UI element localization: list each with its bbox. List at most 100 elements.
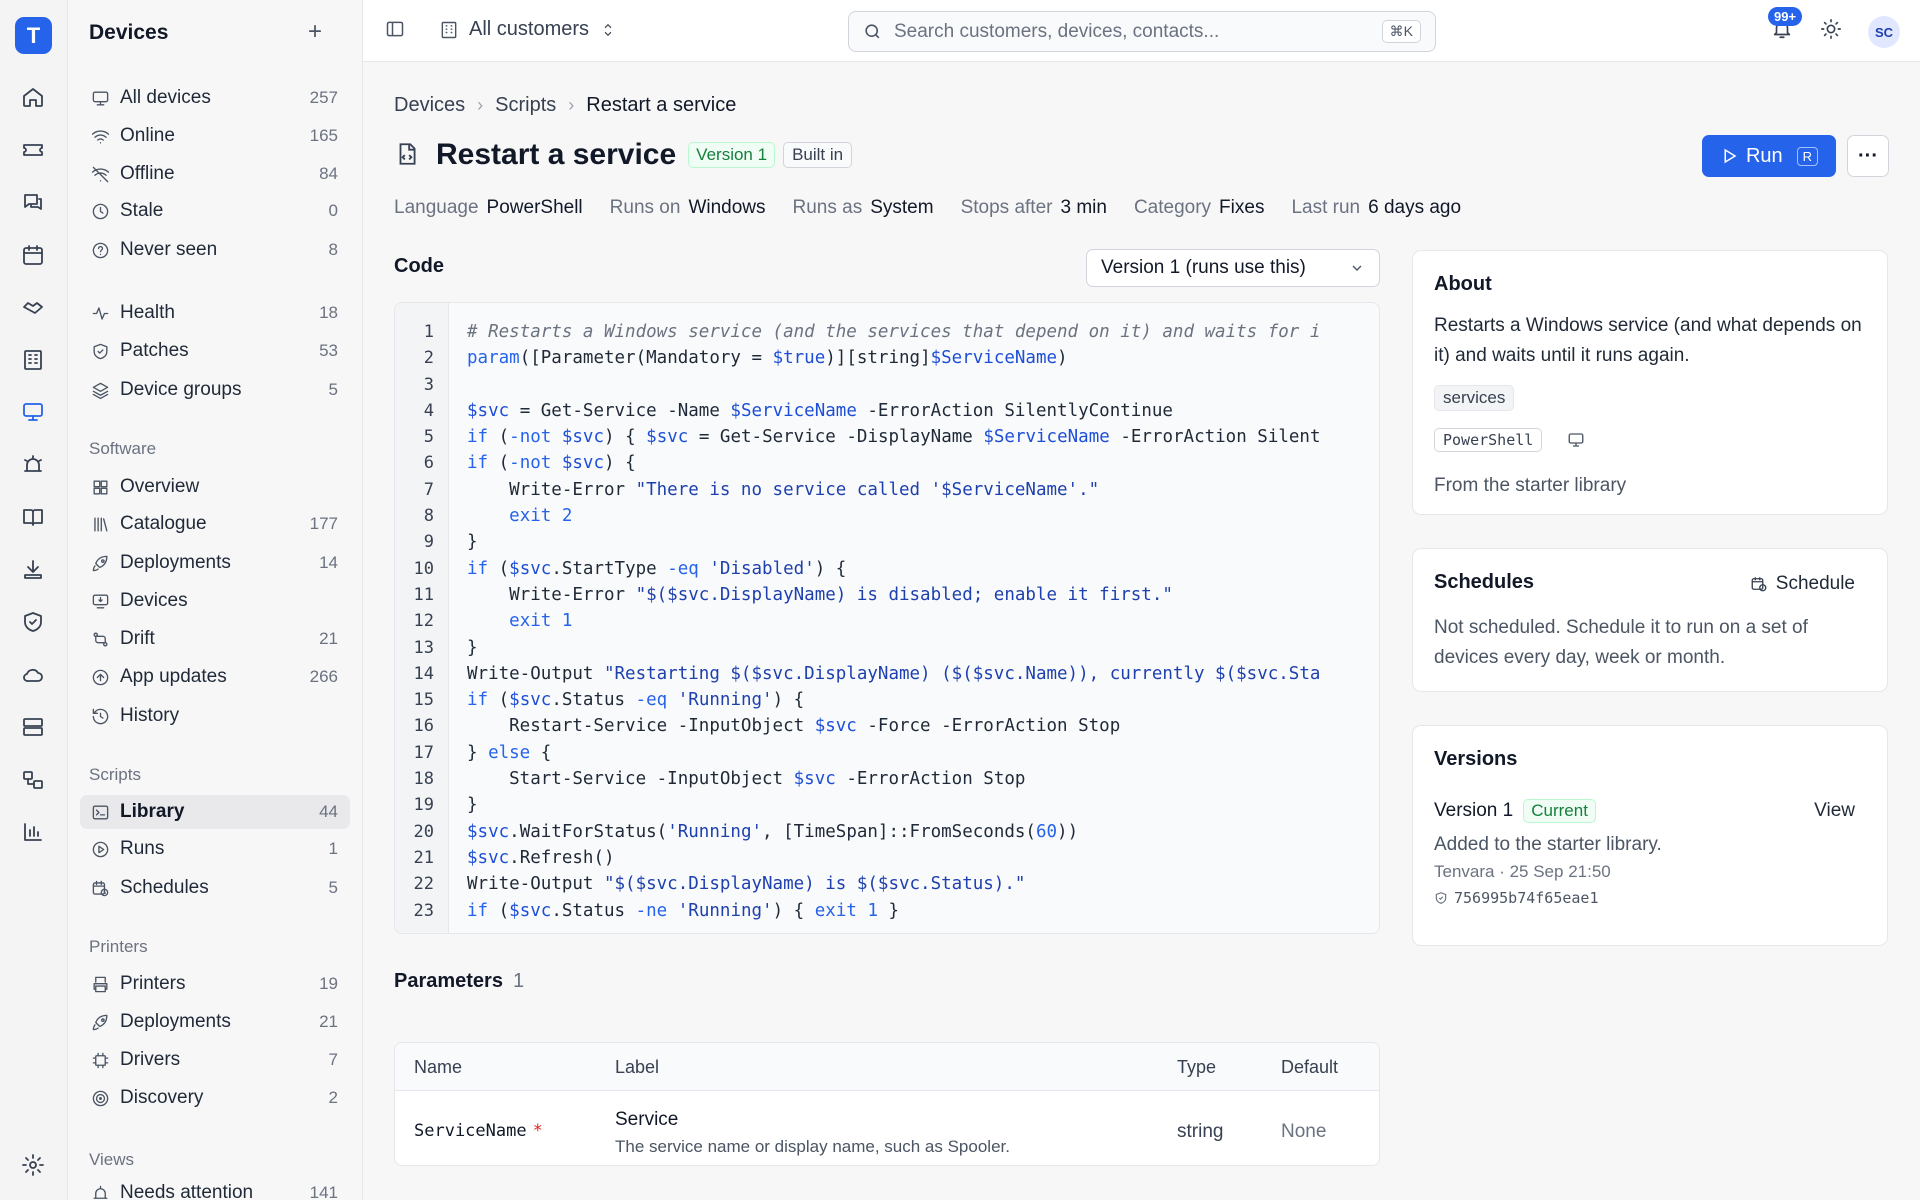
sidebar-item-drift[interactable]: Drift 21 xyxy=(80,622,350,656)
line-number: 21 xyxy=(413,847,434,868)
current-badge: Current xyxy=(1523,799,1596,823)
about-description: Restarts a Windows service (and what dep… xyxy=(1434,315,1862,366)
schedule-button-label: Schedule xyxy=(1775,573,1855,594)
rocket-icon xyxy=(90,553,110,573)
avatar[interactable]: SC xyxy=(1868,16,1900,48)
line-number: 23 xyxy=(413,900,434,921)
sidebar-item-software-devices[interactable]: Devices xyxy=(80,584,350,618)
sidebar-item-catalogue[interactable]: Catalogue 177 xyxy=(80,507,350,541)
chat-icon[interactable] xyxy=(18,188,48,218)
cloud-icon[interactable] xyxy=(18,660,48,690)
param-type: string xyxy=(1177,1121,1224,1142)
chart-icon[interactable] xyxy=(18,817,48,847)
code-line: Write-Output "Restarting $($svc.DisplayN… xyxy=(467,663,1321,684)
search-input[interactable] xyxy=(894,20,1382,43)
line-number: 13 xyxy=(413,637,434,658)
sun-icon[interactable] xyxy=(1820,18,1846,44)
code-line: if ($svc.StartType -eq 'Disabled') { xyxy=(467,558,847,579)
sidebar-item-online[interactable]: Online 165 xyxy=(80,119,350,153)
more-options-button[interactable]: ··· xyxy=(1847,135,1889,177)
arrow-up-circle-icon xyxy=(90,667,110,687)
sidebar-item-library[interactable]: Library 44 xyxy=(80,795,350,829)
sidebar-item-device-groups[interactable]: Device groups 5 xyxy=(80,373,350,407)
section-views: Views xyxy=(89,1150,135,1169)
breadcrumb-scripts[interactable]: Scripts xyxy=(495,94,556,117)
breadcrumb-devices[interactable]: Devices xyxy=(394,94,465,117)
sidebar-item-health[interactable]: Health 18 xyxy=(80,296,350,330)
shield-icon[interactable] xyxy=(18,607,48,637)
calendar-clock-icon xyxy=(90,878,110,898)
search-shortcut: ⌘K xyxy=(1381,20,1421,43)
sidebar-item-runs[interactable]: Runs 1 xyxy=(80,832,350,866)
version-author: Tenvara · 25 Sep 21:50 xyxy=(1434,862,1611,881)
section-scripts: Scripts xyxy=(89,765,141,784)
calendar-clock-icon xyxy=(1751,577,1767,592)
code-line: } else { xyxy=(467,742,552,763)
sidebar-item-offline[interactable]: Offline 84 xyxy=(80,157,350,191)
sidebar-item-printer-deployments[interactable]: Deployments 21 xyxy=(80,1005,350,1039)
code-line: if (-not $svc) { xyxy=(467,453,636,474)
building-icon[interactable] xyxy=(18,345,48,375)
table-row[interactable]: ServiceName * Service The service name or… xyxy=(395,1091,1379,1165)
line-number: 1 xyxy=(423,322,434,342)
grid-icon xyxy=(90,477,110,497)
tag-services[interactable]: services xyxy=(1434,385,1515,411)
monitor-icon[interactable] xyxy=(18,397,48,427)
line-number: 16 xyxy=(413,716,434,737)
code-line: exit 1 xyxy=(509,611,573,632)
wifi-off-icon xyxy=(90,164,110,184)
flow-icon[interactable] xyxy=(18,765,48,795)
layers-icon xyxy=(90,380,110,400)
line-number: 20 xyxy=(413,821,434,842)
home-icon[interactable] xyxy=(18,82,48,112)
code-line: Write-Output "$($svc.DisplayName) is $($… xyxy=(467,874,1026,895)
code-line: $svc = Get-Service -Name $ServiceName -E… xyxy=(467,400,1173,421)
settings-icon[interactable] xyxy=(18,1150,48,1180)
about-heading: About xyxy=(1434,273,1492,295)
sidebar-item-app-updates[interactable]: App updates 266 xyxy=(80,660,350,694)
sidebar-item-all-devices[interactable]: All devices 257 xyxy=(80,81,350,115)
sidebar-item-stale[interactable]: Stale 0 xyxy=(80,194,350,228)
code-viewer[interactable]: 1 2 3 4 5 6 7 8 9 10 11 12 13 14 15 16 17 18 19 20 21 22 23 # … xyxy=(394,302,1380,934)
line-number: 12 xyxy=(413,611,434,632)
run-button[interactable]: Run R xyxy=(1702,135,1836,177)
sidebar-item-needs-attention[interactable]: Needs attention 141 xyxy=(80,1176,350,1200)
building-icon xyxy=(441,21,457,38)
customer-switcher[interactable]: All customers xyxy=(439,18,617,41)
download-icon[interactable] xyxy=(18,555,48,585)
app-logo[interactable]: T xyxy=(15,17,52,54)
version-select[interactable]: Version 1 (runs use this) xyxy=(1086,249,1380,287)
alarm-icon[interactable] xyxy=(18,450,48,480)
calendar-icon[interactable] xyxy=(18,240,48,270)
view-version-link[interactable]: View xyxy=(1814,800,1855,822)
code-line: Write-Error "$($svc.DisplayName) is disa… xyxy=(467,584,1173,605)
sidebar-item-never-seen[interactable]: Never seen 8 xyxy=(80,233,350,267)
sidebar-item-printers[interactable]: Printers 19 xyxy=(80,967,350,1001)
global-search[interactable]: ⌘K xyxy=(848,11,1436,52)
sidebar-item-discovery[interactable]: Discovery 2 xyxy=(80,1081,350,1115)
versions-heading: Versions xyxy=(1434,748,1518,770)
add-icon[interactable]: + xyxy=(308,20,322,44)
schedule-button[interactable]: Schedule xyxy=(1750,573,1855,595)
icon-rail: T xyxy=(0,0,68,1200)
ticket-icon[interactable] xyxy=(18,135,48,165)
chip-icon xyxy=(90,1050,110,1070)
book-icon[interactable] xyxy=(18,502,48,532)
code-line: if ($svc.Status -eq 'Running') { xyxy=(467,690,805,711)
handshake-icon[interactable] xyxy=(18,292,48,322)
sidebar-item-patches[interactable]: Patches 53 xyxy=(80,334,350,368)
schedules-heading: Schedules xyxy=(1434,571,1535,593)
panel-toggle-icon[interactable] xyxy=(385,19,407,41)
sidebar-item-drivers[interactable]: Drivers 7 xyxy=(80,1043,350,1077)
line-number: 14 xyxy=(413,663,434,684)
sidebar-item-history[interactable]: History xyxy=(80,699,350,733)
code-line: param([Parameter(Mandatory = $true)][str… xyxy=(467,348,1068,369)
run-shortcut: R xyxy=(1796,146,1819,166)
server-icon[interactable] xyxy=(18,712,48,742)
line-numbers: 1 2 3 4 5 6 7 8 9 10 11 12 13 14 15 16 17 18 19 20 21 22 23 xyxy=(395,303,449,933)
sidebar-item-software-overview[interactable]: Overview xyxy=(80,470,350,504)
sidebar-item-software-deployments[interactable]: Deployments 14 xyxy=(80,546,350,580)
radar-icon xyxy=(90,1088,110,1108)
code-lines: # Restarts a Windows service (and the se… xyxy=(467,319,1321,924)
sidebar-item-schedules[interactable]: Schedules 5 xyxy=(80,871,350,905)
